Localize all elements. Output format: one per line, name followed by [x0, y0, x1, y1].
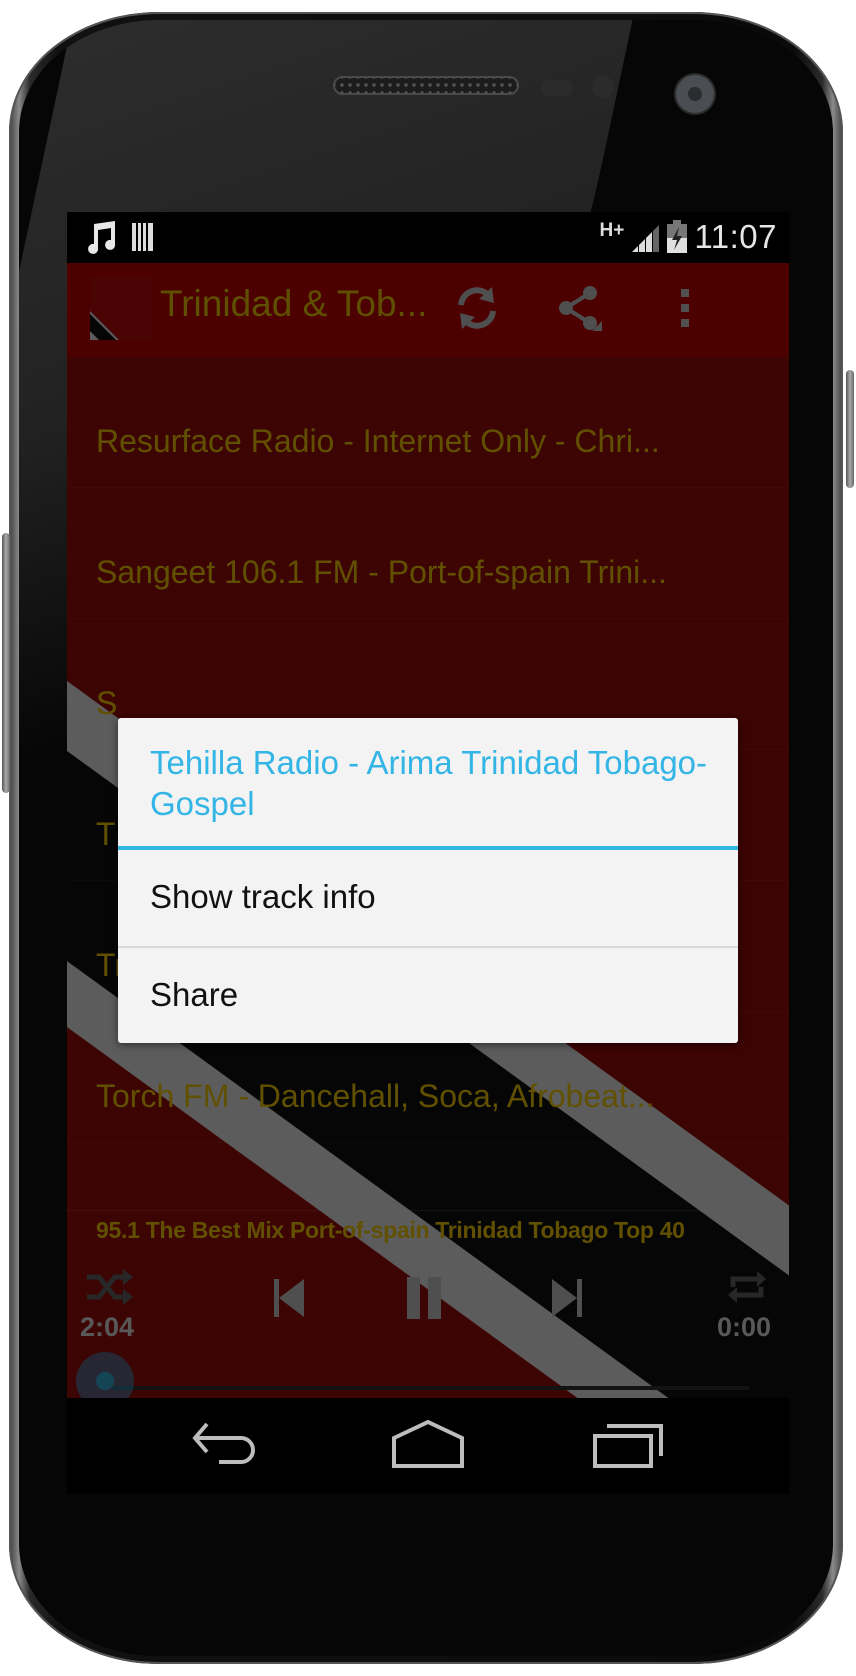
clock: 11:07: [694, 218, 777, 255]
battery-charging-icon: [667, 220, 688, 253]
screen: H+ 11:07 Trinidad: [67, 212, 789, 1494]
proximity-sensor: [541, 80, 573, 96]
network-type: H+: [599, 220, 625, 241]
recent-apps-icon[interactable]: [589, 1420, 669, 1470]
music-note-icon: [88, 221, 116, 254]
option-label: Share: [150, 976, 239, 1013]
power-button: [846, 370, 854, 488]
light-sensor: [592, 76, 614, 98]
back-icon[interactable]: [183, 1420, 263, 1470]
signal-icon: [632, 225, 660, 252]
front-camera: [676, 75, 714, 113]
home-icon[interactable]: [388, 1420, 468, 1470]
volume-button: [2, 533, 10, 793]
dialog-title: Tehilla Radio - Arima Trinidad Tobago- G…: [150, 744, 708, 822]
app-content: Trinidad & Tob... R: [67, 263, 789, 1398]
barcode-icon: [132, 223, 153, 251]
share-option[interactable]: Share: [118, 948, 738, 1044]
status-bar: H+ 11:07: [67, 212, 789, 263]
navigation-bar: [67, 1398, 789, 1494]
context-dialog: Tehilla Radio - Arima Trinidad Tobago- G…: [118, 718, 738, 1043]
show-track-info-option[interactable]: Show track info: [118, 850, 738, 948]
option-label: Show track info: [150, 878, 376, 915]
earpiece-speaker: [333, 76, 519, 95]
